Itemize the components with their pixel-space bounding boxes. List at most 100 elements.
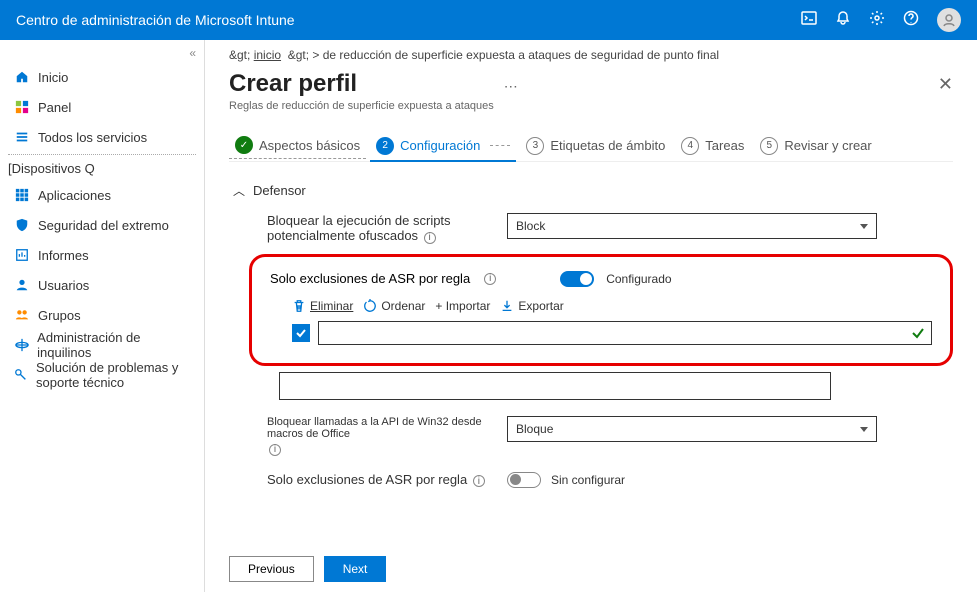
info-icon[interactable]: i xyxy=(424,232,436,244)
step-number: 2 xyxy=(376,137,394,155)
check-icon: ✓ xyxy=(235,136,253,154)
download-icon xyxy=(500,299,514,313)
chevron-up-icon: ︿ xyxy=(233,182,245,199)
select-value: Block xyxy=(516,219,545,233)
asr-exclusions-highlight: Solo exclusiones de ASR por regla i Conf… xyxy=(249,254,953,366)
step-number: 4 xyxy=(681,137,699,155)
toggle-label: Solo exclusiones de ASR por regla xyxy=(270,271,470,286)
asr-toggle-row: Solo exclusiones de ASR por regla i Conf… xyxy=(270,271,932,287)
toggle-state: Configurado xyxy=(606,272,671,286)
breadcrumb-tail: > de reducción de superficie expuesta a … xyxy=(312,48,719,62)
exclusion-input[interactable] xyxy=(318,321,932,345)
nav-home[interactable]: Inicio xyxy=(0,62,204,92)
wizard-buttons: Previous Next xyxy=(229,556,386,582)
field-block-obfuscated-scripts: Bloquear la ejecución de scripts potenci… xyxy=(267,213,953,244)
nav-label: Seguridad del extremo xyxy=(38,218,169,233)
info-icon[interactable]: i xyxy=(269,444,281,456)
import-button[interactable]: + Importar xyxy=(435,299,490,313)
step-number: 5 xyxy=(760,137,778,155)
new-exclusion-input[interactable] xyxy=(279,372,831,400)
nav-groups[interactable]: Grupos xyxy=(0,300,204,330)
nav-dashboard[interactable]: Panel xyxy=(0,92,204,122)
page-title: Crear perfil xyxy=(229,70,494,98)
page-subtitle: Reglas de reducción de superficie expues… xyxy=(229,100,494,112)
breadcrumb-home[interactable]: inicio xyxy=(254,48,281,62)
field-block-win32-api: Bloquear llamadas a la API de Win32 desd… xyxy=(267,416,953,456)
apps-icon xyxy=(14,187,30,203)
nav-apps[interactable]: Aplicaciones xyxy=(0,180,204,210)
nav-label: Usuarios xyxy=(38,278,89,293)
help-icon[interactable] xyxy=(903,10,919,31)
wizard-steps: ✓ Aspectos básicos 2 Configuración 3 Eti… xyxy=(229,132,953,162)
asr-toggle[interactable] xyxy=(560,271,594,287)
step-assignments[interactable]: 4 Tareas xyxy=(675,133,750,159)
collapse-sidebar-icon[interactable]: « xyxy=(0,44,204,62)
settings-icon[interactable] xyxy=(869,10,885,31)
dashboard-icon xyxy=(14,99,30,115)
nav-all-services[interactable]: Todos los servicios xyxy=(0,122,204,152)
nav-label: Informes xyxy=(38,248,89,263)
nav-label: Panel xyxy=(38,100,71,115)
step-configuration[interactable]: 2 Configuración xyxy=(370,133,516,159)
step-number: 3 xyxy=(526,137,544,155)
asr-toggle-row-2: Solo exclusiones de ASR por regla i Sin … xyxy=(267,472,953,488)
main-content: &gt; inicio &gt; > de reducción de super… xyxy=(205,40,977,592)
nav-tenant-admin[interactable]: Administración de inquilinos xyxy=(0,330,204,360)
step-review[interactable]: 5 Revisar y crear xyxy=(754,133,877,159)
nav-label: Inicio xyxy=(38,70,68,85)
tenant-icon xyxy=(14,337,29,353)
row-checkbox[interactable] xyxy=(292,324,310,342)
field-label: Bloquear llamadas a la API de Win32 desd… xyxy=(267,416,507,456)
step-basics[interactable]: ✓ Aspectos básicos xyxy=(229,132,366,159)
app-header: Centro de administración de Microsoft In… xyxy=(0,0,977,40)
nav-troubleshoot[interactable]: Solución de problemas y soporte técnico xyxy=(0,360,204,390)
step-label: Revisar y crear xyxy=(784,138,871,153)
step-label: Aspectos básicos xyxy=(259,138,360,153)
nav-endpoint-security[interactable]: Seguridad del extremo xyxy=(0,210,204,240)
home-icon xyxy=(14,69,30,85)
groups-icon xyxy=(14,307,30,323)
sidebar: « Inicio Panel Todos los servicios [Disp… xyxy=(0,40,205,592)
users-icon xyxy=(14,277,30,293)
previous-button[interactable]: Previous xyxy=(229,556,314,582)
troubleshoot-icon xyxy=(14,367,28,383)
nav-section-devices[interactable]: [Dispositivos Q xyxy=(0,157,204,180)
select-block-win32[interactable]: Bloque xyxy=(507,416,877,442)
sort-button[interactable]: Ordenar xyxy=(363,299,425,313)
close-icon[interactable]: ✕ xyxy=(938,70,953,95)
section-defender[interactable]: ︿ Defensor xyxy=(229,176,953,205)
delete-button[interactable]: Eliminar xyxy=(292,299,353,313)
page-header: Crear perfil Reglas de reducción de supe… xyxy=(229,70,953,112)
exclusions-toolbar: Eliminar Ordenar + Importar Exportar xyxy=(270,299,932,313)
step-label: Configuración xyxy=(400,138,480,153)
config-content: ︿ Defensor Bloquear la ejecución de scri… xyxy=(229,162,953,488)
header-actions xyxy=(801,8,961,32)
select-block-obfuscated[interactable]: Block xyxy=(507,213,877,239)
asr-toggle-2[interactable] xyxy=(507,472,541,488)
cloud-shell-icon[interactable] xyxy=(801,10,817,31)
shield-icon xyxy=(14,217,30,233)
nav-reports[interactable]: Informes xyxy=(0,240,204,270)
next-button[interactable]: Next xyxy=(324,556,387,582)
app-title: Centro de administración de Microsoft In… xyxy=(16,12,801,28)
nav-label: Grupos xyxy=(38,308,81,323)
nav-label: Todos los servicios xyxy=(38,130,147,145)
breadcrumb: &gt; inicio &gt; > de reducción de super… xyxy=(229,48,953,62)
trash-icon xyxy=(292,299,306,313)
more-actions-icon[interactable]: ⋯ xyxy=(504,70,518,95)
field-label: Bloquear la ejecución de scripts potenci… xyxy=(267,213,507,244)
nav-users[interactable]: Usuarios xyxy=(0,270,204,300)
step-scope-tags[interactable]: 3 Etiquetas de ámbito xyxy=(520,133,671,159)
export-button[interactable]: Exportar xyxy=(500,299,563,313)
list-icon xyxy=(14,129,30,145)
step-label: Etiquetas de ámbito xyxy=(550,138,665,153)
info-icon[interactable]: i xyxy=(484,273,496,285)
notifications-icon[interactable] xyxy=(835,10,851,31)
sort-icon xyxy=(363,299,377,313)
nav-label: Solución de problemas y soporte técnico xyxy=(36,360,190,390)
user-avatar[interactable] xyxy=(937,8,961,32)
section-title: Defensor xyxy=(253,183,306,198)
step-label: Tareas xyxy=(705,138,744,153)
info-icon[interactable]: i xyxy=(473,475,485,487)
nav-label: Administración de inquilinos xyxy=(37,330,190,360)
